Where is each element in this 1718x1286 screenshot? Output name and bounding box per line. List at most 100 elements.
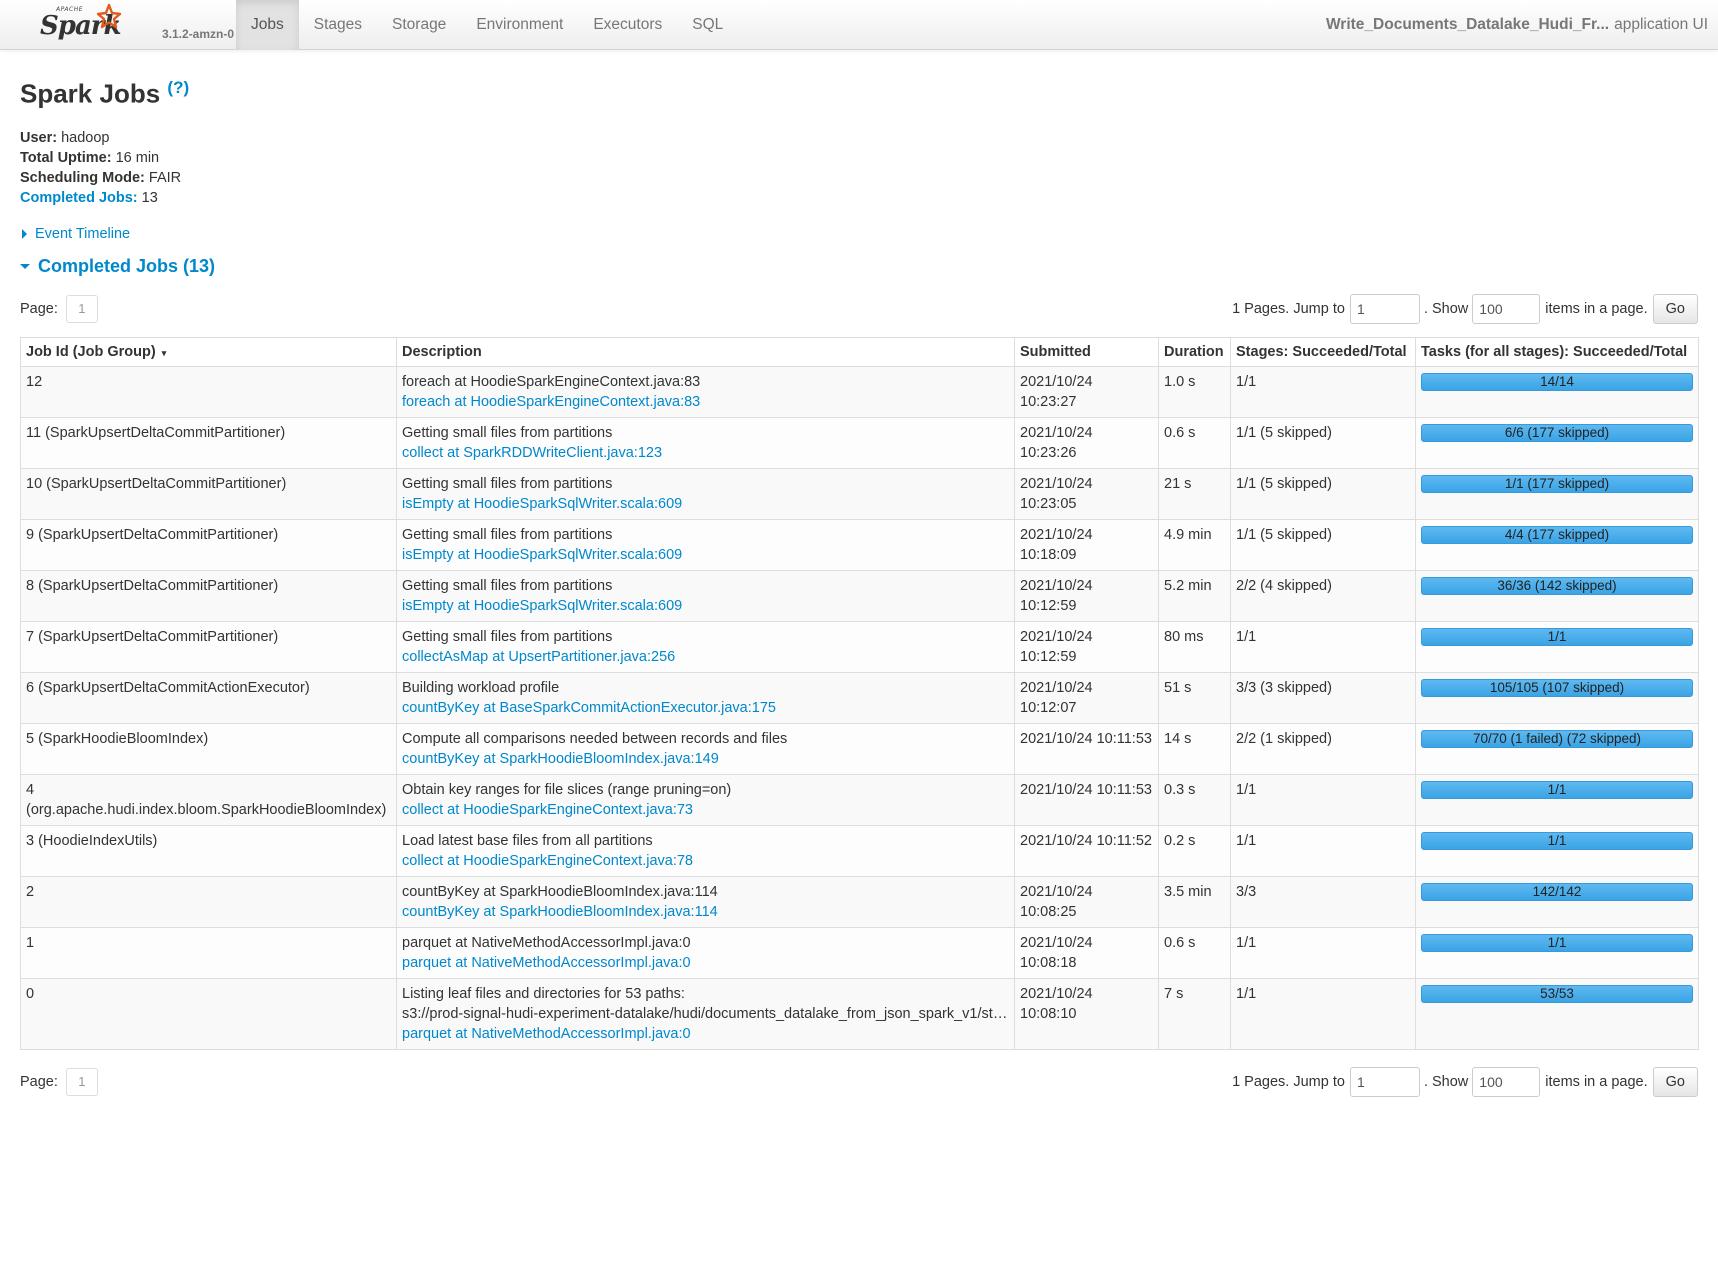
- bottom-paging: Page: 1 1 Pages. Jump to . Show items in…: [20, 1066, 1698, 1098]
- job-description-cell: Compute all comparisons needed between r…: [396, 722, 1015, 775]
- table-row: 2 countByKey at SparkHoodieBloomIndex.jav…: [20, 875, 1699, 928]
- job-details-link[interactable]: collectAsMap at UpsertPartitioner.java:2…: [402, 647, 1009, 667]
- job-id-cell: 1: [20, 926, 397, 979]
- job-submitted: 2021/10/24 10:12:59: [1014, 620, 1159, 673]
- task-progress-label: 53/53: [1540, 985, 1574, 1001]
- job-tasks-cell: 1/1: [1415, 620, 1699, 673]
- page-size-input[interactable]: [1472, 293, 1541, 324]
- job-id: 9 (SparkUpsertDeltaCommitPartitioner): [26, 526, 279, 543]
- task-progress-label: 1/1: [1547, 628, 1567, 644]
- job-duration: 80 ms: [1158, 620, 1231, 673]
- job-details-link[interactable]: parquet at NativeMethodAccessorImpl.java…: [402, 953, 1009, 973]
- job-id: 0: [26, 985, 35, 1002]
- navbar: APACHE Spark 3.1.2-amzn-0 Jobs Stages Stor…: [0, 0, 1718, 50]
- tab-environment[interactable]: Environment: [461, 0, 578, 50]
- event-timeline-toggle[interactable]: Event Timeline: [20, 226, 1698, 242]
- completed-jobs-link[interactable]: Completed Jobs:: [20, 190, 138, 206]
- task-progress-bar: 1/1: [1421, 933, 1693, 952]
- app-name[interactable]: Write_Documents_Datalake_Hudi_Fr... appl…: [1326, 0, 1708, 49]
- tab-storage[interactable]: Storage: [377, 0, 461, 50]
- job-stages: 1/1: [1230, 824, 1416, 877]
- table-row: 8 (SparkUpsertDeltaCommitPartitioner) Get…: [20, 569, 1699, 622]
- spark-version: 3.1.2-amzn-0: [162, 26, 235, 41]
- job-description-text: countByKey at SparkHoodieBloomIndex.java…: [402, 883, 718, 900]
- table-row: 3 (HoodieIndexUtils) Load latest base fil…: [20, 824, 1699, 877]
- job-description-text: parquet at NativeMethodAccessorImpl.java…: [402, 934, 691, 951]
- jump-to-page-input[interactable]: [1349, 1066, 1420, 1097]
- tab-executors[interactable]: Executors: [578, 0, 677, 50]
- summary-completed: Completed Jobs: 13: [20, 188, 1698, 208]
- header-submitted[interactable]: Submitted: [1014, 337, 1159, 367]
- job-submitted: 2021/10/24 10:08:18: [1014, 926, 1159, 979]
- table-row: 1 parquet at NativeMethodAccessorImpl.jav…: [20, 926, 1699, 979]
- sort-desc-icon: ▾: [161, 347, 167, 358]
- help-link[interactable]: (?): [167, 78, 189, 97]
- job-tasks-cell: 6/6 (177 skipped): [1415, 416, 1699, 469]
- job-details-link[interactable]: collect at HoodieSparkEngineContext.java…: [402, 800, 1009, 820]
- header-description[interactable]: Description: [396, 337, 1015, 367]
- header-tasks[interactable]: Tasks (for all stages): Succeeded/Total: [1415, 337, 1699, 367]
- job-description-text: foreach at HoodieSparkEngineContext.java…: [402, 373, 701, 390]
- job-details-link[interactable]: countByKey at SparkHoodieBloomIndex.java…: [402, 749, 1009, 769]
- header-duration[interactable]: Duration: [1158, 337, 1231, 367]
- header-stages[interactable]: Stages: Succeeded/Total: [1230, 337, 1416, 367]
- job-submitted: 2021/10/24 10:23:26: [1014, 416, 1159, 469]
- completed-jobs-toggle[interactable]: Completed Jobs (13): [20, 256, 1698, 277]
- table-header-row: Job Id (Job Group) ▾ Description Submitte…: [20, 337, 1699, 367]
- job-details-link[interactable]: isEmpty at HoodieSparkSqlWriter.scala:60…: [402, 545, 1009, 565]
- page-size-input[interactable]: [1472, 1066, 1541, 1097]
- page-number-button[interactable]: 1: [65, 294, 98, 323]
- job-stages: 1/1: [1230, 365, 1416, 418]
- job-id-cell: 2: [20, 875, 397, 928]
- job-description-cell: Building workload profile countByKey at B…: [396, 671, 1015, 724]
- job-details-link[interactable]: collect at HoodieSparkEngineContext.java…: [402, 851, 1009, 871]
- job-details-link[interactable]: collect at SparkRDDWriteClient.java:123: [402, 443, 1009, 463]
- task-progress-label: 36/36 (142 skipped): [1497, 577, 1617, 593]
- job-id: 2: [26, 883, 35, 900]
- items-text: items in a page.: [1545, 300, 1648, 317]
- tab-stages[interactable]: Stages: [299, 0, 377, 50]
- task-progress-label: 6/6 (177 skipped): [1504, 424, 1610, 440]
- app-name-suffix: application UI: [1614, 15, 1708, 33]
- job-duration: 0.2 s: [1158, 824, 1231, 877]
- task-progress-label: 1/1 (177 skipped): [1504, 475, 1610, 491]
- page-number-button[interactable]: 1: [65, 1067, 98, 1096]
- completed-value: 13: [141, 189, 158, 206]
- jobs-table: Job Id (Job Group) ▾ Description Submitte…: [20, 336, 1699, 1050]
- job-details-link[interactable]: countByKey at BaseSparkCommitActionExecu…: [402, 698, 1009, 718]
- job-id-cell: 9 (SparkUpsertDeltaCommitPartitioner): [20, 518, 397, 571]
- page-title-text: Spark Jobs: [20, 78, 161, 109]
- table-row: 4 (org.apache.hudi.index.bloom.SparkHood…: [20, 773, 1699, 826]
- jump-to-page-input[interactable]: [1349, 293, 1420, 324]
- job-details-link[interactable]: countByKey at SparkHoodieBloomIndex.java…: [402, 902, 1009, 922]
- task-progress-label: 142/142: [1532, 883, 1582, 899]
- job-id: 8 (SparkUpsertDeltaCommitPartitioner): [26, 577, 279, 594]
- user-label: User:: [20, 129, 58, 146]
- job-id-cell: 4 (org.apache.hudi.index.bloom.SparkHood…: [20, 773, 397, 826]
- job-description-text: Compute all comparisons needed between r…: [402, 730, 788, 747]
- tab-jobs[interactable]: Jobs: [236, 0, 299, 50]
- job-stages: 1/1: [1230, 926, 1416, 979]
- job-id: 5 (SparkHoodieBloomIndex): [26, 730, 209, 747]
- task-progress-bar: 4/4 (177 skipped): [1421, 525, 1693, 544]
- task-progress-label: 1/1: [1547, 781, 1567, 797]
- job-tasks-cell: 142/142: [1415, 875, 1699, 928]
- job-description-text: Listing leaf files and directories for 5…: [402, 985, 685, 1002]
- page-label: Page:: [20, 300, 58, 317]
- go-button[interactable]: Go: [1652, 293, 1698, 324]
- job-description-cell: Getting small files from partitions colle…: [396, 416, 1015, 469]
- header-job-id[interactable]: Job Id (Job Group) ▾: [20, 337, 397, 367]
- job-details-link[interactable]: isEmpty at HoodieSparkSqlWriter.scala:60…: [402, 494, 1009, 514]
- job-submitted: 2021/10/24 10:23:27: [1014, 365, 1159, 418]
- spark-logo[interactable]: APACHE Spark 3.1.2-amzn-0: [38, 0, 234, 49]
- tab-sql[interactable]: SQL: [677, 0, 738, 50]
- job-description-text: Getting small files from partitions: [402, 577, 613, 594]
- job-details-link[interactable]: foreach at HoodieSparkEngineContext.java…: [402, 392, 1009, 412]
- task-progress-bar: 105/105 (107 skipped): [1421, 678, 1693, 697]
- job-details-link[interactable]: isEmpty at HoodieSparkSqlWriter.scala:60…: [402, 596, 1009, 616]
- job-details-link[interactable]: parquet at NativeMethodAccessorImpl.java…: [402, 1024, 1009, 1044]
- table-row: 9 (SparkUpsertDeltaCommitPartitioner) Get…: [20, 518, 1699, 571]
- job-description-text: Getting small files from partitions: [402, 526, 613, 543]
- job-id-cell: 8 (SparkUpsertDeltaCommitPartitioner): [20, 569, 397, 622]
- go-button[interactable]: Go: [1652, 1066, 1698, 1097]
